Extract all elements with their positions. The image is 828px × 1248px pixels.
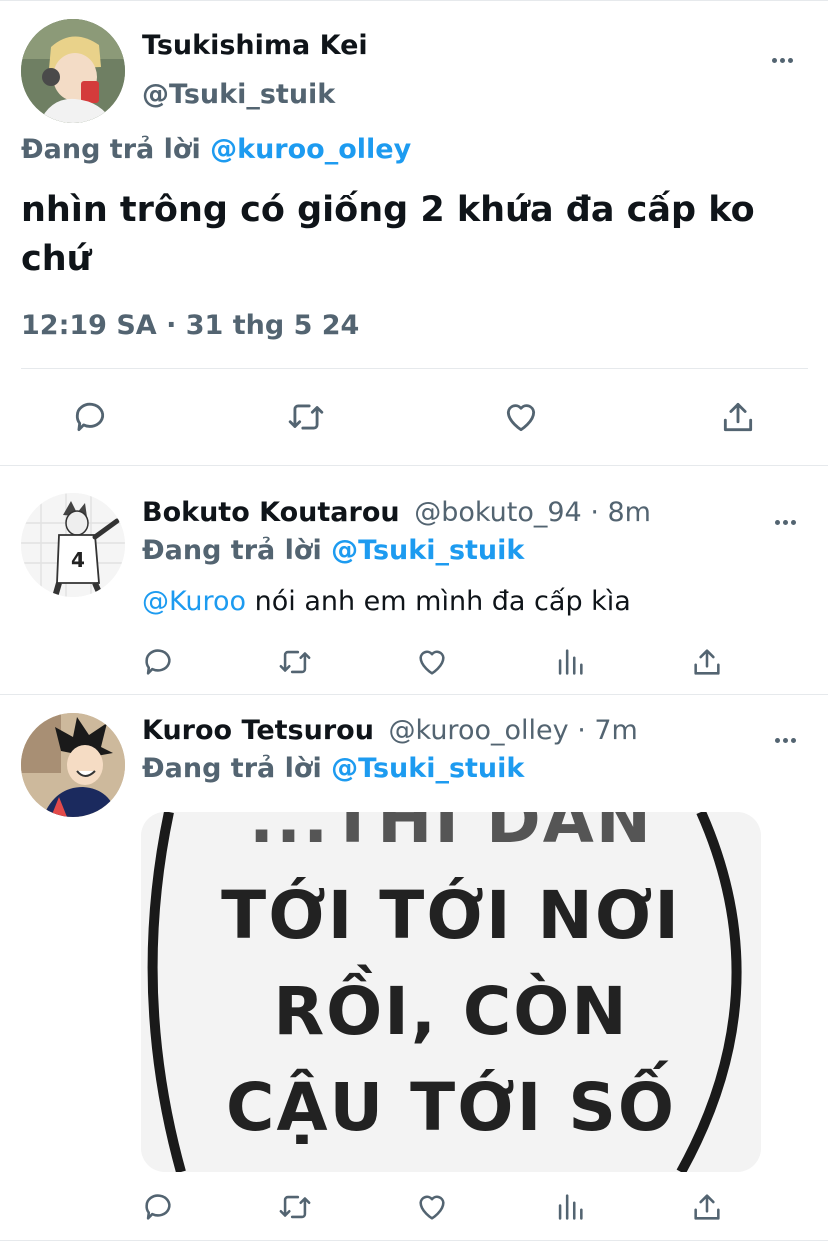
retweet-icon[interactable] (285, 398, 327, 436)
reply1-time[interactable]: · 8m (590, 497, 651, 528)
reply2-handle[interactable]: @kuroo_olley (389, 715, 569, 746)
reply1-text: @Kuroo nói anh em mình đa cấp kìa (142, 586, 631, 617)
reply2-replying-line: Đang trả lời @Tsuki_stuik (142, 753, 524, 784)
reply1-display-name[interactable]: Bokuto Koutarou (142, 497, 400, 528)
main-tweet-text: nhìn trông có giống 2 khứa đa cấp ko chứ (21, 190, 755, 279)
main-more-icon[interactable] (772, 48, 796, 67)
avatar-illustration: 4 (21, 493, 125, 597)
avatar-kuroo[interactable] (21, 713, 125, 817)
views-icon[interactable] (553, 645, 587, 679)
retweet-icon[interactable] (276, 645, 314, 679)
reply2-display-name[interactable]: Kuroo Tetsurou (142, 715, 374, 746)
reply2-bottom-divider (0, 1240, 828, 1241)
bubble-line-4: CẬU TỚI SỐ (226, 1069, 676, 1146)
reply1-replying-to-link[interactable]: @Tsuki_stuik (331, 535, 524, 566)
bubble-line-3: RỒI, CÒN (273, 973, 629, 1050)
reply1-bottom-divider (0, 694, 828, 695)
reply1-replying-prefix: Đang trả lời (142, 535, 322, 566)
top-divider (0, 0, 828, 1)
bubble-line-2: TỚI TỚI NƠI (221, 877, 681, 954)
avatar-bokuto[interactable]: 4 (21, 493, 125, 597)
main-inner-divider (21, 368, 808, 369)
reply2-media-image[interactable]: ...THÌ DẪN TỚI TỚI NƠI RỒI, CÒN CẬU TỚI … (141, 812, 761, 1172)
avatar-illustration (21, 19, 125, 123)
svg-text:4: 4 (71, 548, 85, 572)
reply1-mention-link[interactable]: @Kuroo (142, 586, 246, 617)
reply1-replying-line: Đang trả lời @Tsuki_stuik (142, 535, 524, 566)
reply-icon[interactable] (141, 1190, 175, 1224)
main-bottom-divider (0, 465, 828, 466)
reply1-more-icon[interactable] (775, 510, 799, 529)
main-replying-prefix: Đang trả lời (21, 134, 201, 165)
bubble-line-1: ...THÌ DẪN (248, 812, 654, 858)
main-handle[interactable]: @Tsuki_stuik (142, 79, 335, 110)
reply2-time[interactable]: · 7m (577, 715, 638, 746)
avatar-tsukishima[interactable] (21, 19, 125, 123)
reply2-replying-to-link[interactable]: @Tsuki_stuik (331, 753, 524, 784)
reply2-header: Kuroo Tetsurou @kuroo_olley · 7m (142, 715, 638, 746)
speech-bubble-text: ...THÌ DẪN TỚI TỚI NƠI RỒI, CÒN CẬU TỚI … (141, 812, 761, 1156)
reply2-more-icon[interactable] (775, 728, 799, 747)
reply-icon[interactable] (141, 645, 175, 679)
avatar-illustration (21, 713, 125, 817)
reply1-handle[interactable]: @bokuto_94 (414, 497, 582, 528)
like-icon[interactable] (415, 645, 449, 679)
like-icon[interactable] (502, 398, 540, 436)
reply2-replying-prefix: Đang trả lời (142, 753, 322, 784)
like-icon[interactable] (415, 1190, 449, 1224)
main-replying-line: Đang trả lời @kuroo_olley (21, 134, 411, 165)
main-timestamp[interactable]: 12:19 SA · 31 thg 5 24 (21, 310, 359, 341)
reply1-header: Bokuto Koutarou @bokuto_94 · 8m (142, 497, 651, 528)
share-icon[interactable] (690, 1190, 724, 1224)
retweet-icon[interactable] (276, 1190, 314, 1224)
main-replying-to-link[interactable]: @kuroo_olley (210, 134, 411, 165)
share-icon[interactable] (719, 398, 757, 436)
reply-icon[interactable] (71, 398, 109, 436)
reply1-body: nói anh em mình đa cấp kìa (246, 586, 631, 617)
share-icon[interactable] (690, 645, 724, 679)
views-icon[interactable] (553, 1190, 587, 1224)
main-display-name[interactable]: Tsukishima Kei (142, 30, 368, 61)
